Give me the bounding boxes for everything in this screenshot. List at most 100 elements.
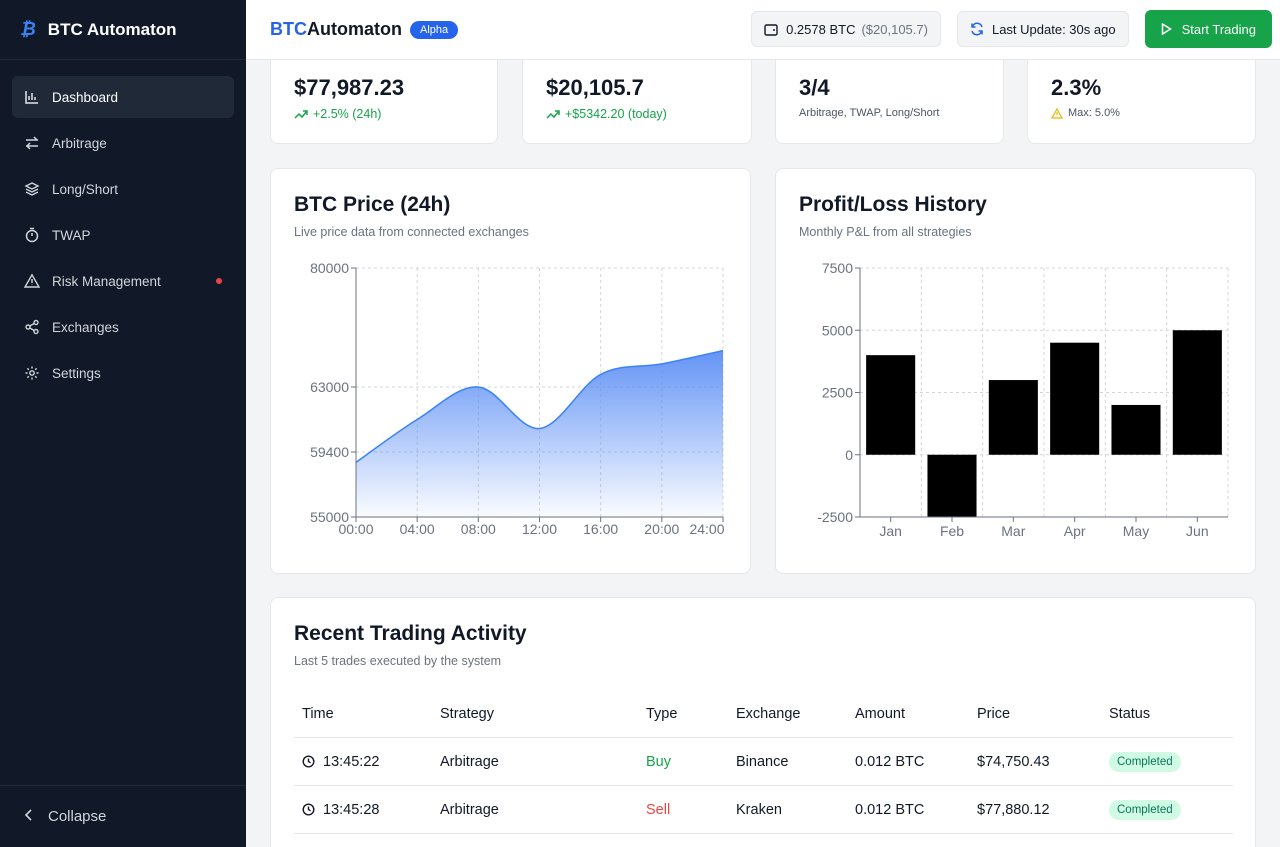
cell-status: Completed	[1109, 751, 1233, 772]
x-tick-label: May	[1123, 523, 1149, 539]
col-price: Price	[977, 706, 1011, 722]
x-tick-label: 04:00	[400, 521, 435, 537]
alpha-badge: Alpha	[409, 20, 459, 39]
swap-arrows-icon	[24, 135, 40, 151]
cell-status: Completed	[1109, 799, 1233, 820]
last-update-text: Last Update: 30s ago	[991, 21, 1116, 37]
sidebar-item-label: Dashboard	[52, 89, 119, 105]
wallet-icon	[764, 23, 778, 36]
clock-icon	[302, 755, 315, 768]
header-actions: 0.2578 BTC ($20,105.7) Last Update: 30s …	[751, 10, 1272, 48]
sidebar-item-arbitrage[interactable]: Arbitrage	[12, 122, 234, 164]
activity-table: Time Strategy Type Exchange Amount Price…	[294, 696, 1233, 834]
activity-title: Recent Trading Activity	[294, 622, 527, 645]
col-amount: Amount	[855, 706, 905, 722]
pnl-bar	[866, 355, 916, 455]
x-tick-label: Apr	[1064, 523, 1086, 539]
trend-up-icon	[294, 109, 308, 119]
stat-value: $77,987.23	[294, 75, 405, 100]
sidebar-item-risk-management[interactable]: Risk Management	[12, 260, 234, 302]
refresh-icon	[970, 22, 984, 36]
collapse-label: Collapse	[48, 808, 107, 825]
wallet-balance[interactable]: 0.2578 BTC ($20,105.7)	[751, 11, 941, 47]
status-badge: Completed	[1109, 799, 1181, 820]
warning-triangle-icon	[24, 273, 40, 289]
btc-price-card: BTC Price (24h) Live price data from con…	[270, 168, 751, 574]
alert-dot	[216, 278, 222, 284]
x-tick-label: 12:00	[522, 521, 557, 537]
cell-type: Sell	[646, 801, 671, 818]
table-header: Time Strategy Type Exchange Amount Price…	[294, 696, 1233, 738]
table-row[interactable]: 13:45:28 Arbitrage Sell Kraken 0.012 BTC…	[294, 786, 1233, 834]
x-tick-label: Jan	[879, 523, 902, 539]
y-tick-label: 5000	[822, 322, 853, 338]
gear-icon	[24, 365, 40, 381]
sidebar-item-long-short[interactable]: Long/Short	[12, 168, 234, 210]
cell-type: Buy	[646, 753, 671, 770]
collapse-button[interactable]: Collapse	[0, 785, 246, 847]
sidebar-item-label: Risk Management	[52, 273, 161, 289]
sidebar-item-label: Settings	[52, 365, 101, 381]
sidebar-item-settings[interactable]: Settings	[12, 352, 234, 394]
y-tick-label: 59400	[310, 444, 349, 460]
x-tick-label: Feb	[940, 523, 964, 539]
sidebar-item-dashboard[interactable]: Dashboard	[12, 76, 234, 118]
header-title-rest: Automaton	[307, 19, 402, 39]
last-update-button[interactable]: Last Update: 30s ago	[956, 11, 1129, 47]
header-title: BTCAutomaton	[270, 19, 402, 40]
bar-chart-icon	[24, 89, 40, 105]
cell-time: 13:45:22	[294, 754, 440, 770]
play-icon	[1161, 23, 1172, 35]
y-tick-label: 7500	[822, 260, 853, 276]
sidebar: ₿ BTC Automaton Dashboard Arbitrage Long…	[0, 0, 246, 847]
y-tick-label: 63000	[310, 379, 349, 395]
trend-up-icon	[546, 109, 560, 119]
stat-value: 3/4	[799, 75, 830, 100]
x-tick-label: 20:00	[644, 521, 679, 537]
stat-detail: Max: 5.0%	[1051, 107, 1255, 119]
col-status: Status	[1109, 706, 1151, 722]
stat-value: 2.3%	[1051, 75, 1102, 100]
x-tick-label: 00:00	[338, 521, 373, 537]
start-trading-label: Start Trading	[1181, 21, 1256, 37]
col-strategy: Strategy	[440, 706, 494, 722]
x-tick-label: Mar	[1001, 523, 1025, 539]
wallet-btc: 0.2578 BTC	[786, 21, 856, 37]
table-row[interactable]: 13:45:22 Arbitrage Buy Binance 0.012 BTC…	[294, 738, 1233, 786]
warning-icon	[1051, 107, 1063, 119]
header-title-accent: BTC	[270, 19, 307, 39]
share-nodes-icon	[24, 319, 40, 335]
cell-strategy: Arbitrage	[440, 801, 499, 818]
cell-amount: 0.012 BTC	[855, 753, 925, 770]
sidebar-nav: Dashboard Arbitrage Long/Short TWAP Risk…	[0, 60, 246, 414]
status-badge: Completed	[1109, 751, 1181, 772]
top-header: BTCAutomaton Alpha 0.2578 BTC ($20,105.7…	[246, 0, 1280, 60]
start-trading-button[interactable]: Start Trading	[1144, 10, 1272, 48]
sidebar-item-exchanges[interactable]: Exchanges	[12, 306, 234, 348]
col-exchange: Exchange	[736, 706, 801, 722]
timer-icon	[24, 227, 40, 243]
col-time: Time	[302, 706, 334, 722]
cell-strategy: Arbitrage	[440, 753, 499, 770]
pnl-history-card: Profit/Loss History Monthly P&L from all…	[775, 168, 1256, 574]
stat-detail: Arbitrage, TWAP, Long/Short	[799, 107, 940, 119]
cell-price: $77,880.12	[977, 801, 1050, 818]
chevron-left-icon	[24, 808, 34, 825]
x-tick-label: 16:00	[583, 521, 618, 537]
cell-price: $74,750.43	[977, 753, 1050, 770]
time-text: 13:45:28	[323, 801, 380, 818]
cell-exchange: Binance	[736, 753, 789, 770]
wallet-usd: ($20,105.7)	[861, 21, 928, 37]
sidebar-item-twap[interactable]: TWAP	[12, 214, 234, 256]
layers-icon	[24, 181, 40, 197]
x-tick-label: 08:00	[461, 521, 496, 537]
pnl-bar	[1172, 330, 1222, 455]
pnl-bar	[927, 454, 977, 517]
stat-detail-text: Max: 5.0%	[1068, 107, 1120, 119]
x-tick-label: 24:00	[689, 521, 724, 537]
sidebar-brand[interactable]: ₿ BTC Automaton	[0, 0, 246, 60]
clock-icon	[302, 803, 315, 816]
stat-change-text: +2.5% (24h)	[313, 107, 382, 121]
recent-activity-card: Recent Trading Activity Last 5 trades ex…	[270, 597, 1256, 847]
pnl-bar	[1111, 404, 1161, 455]
